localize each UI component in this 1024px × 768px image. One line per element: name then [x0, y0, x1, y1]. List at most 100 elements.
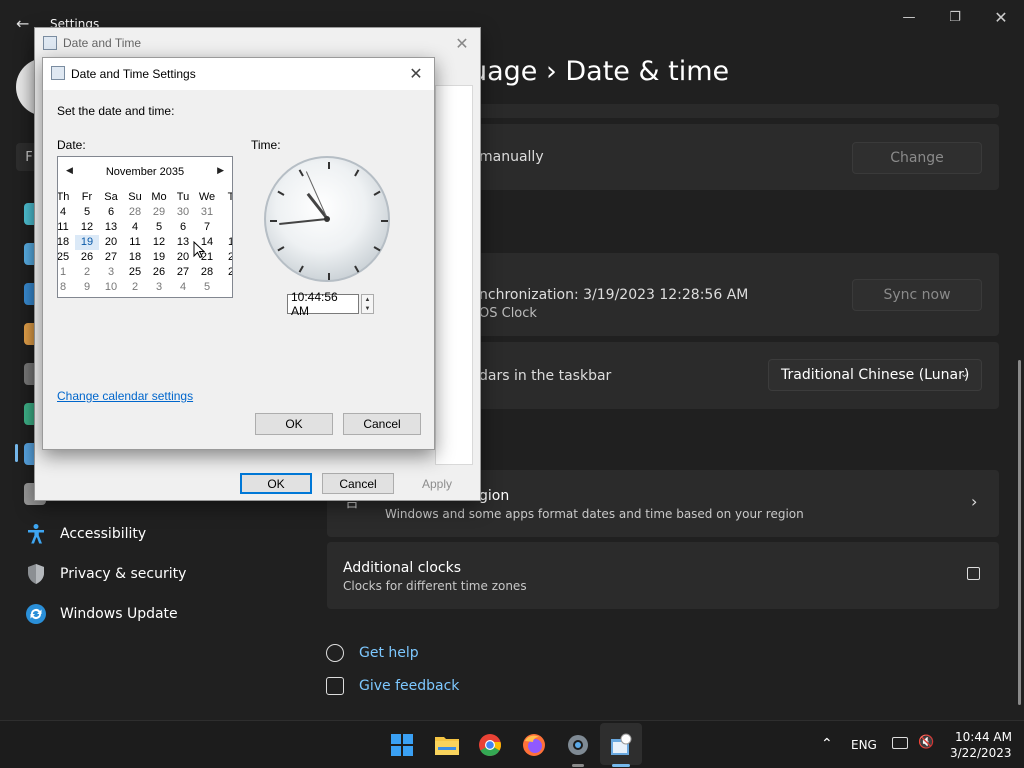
clock-time[interactable]: 10:44 AM: [955, 730, 1012, 744]
nav-item-accessibility[interactable]: Accessibility: [24, 516, 314, 552]
close-icon[interactable]: ✕: [452, 34, 472, 54]
instruction-text: Set the date and time:: [57, 104, 175, 118]
calendar-day[interactable]: 3: [99, 265, 123, 280]
nav-item-label: Windows Update: [60, 606, 178, 622]
change-button[interactable]: Change: [852, 142, 982, 174]
nav-item-windows-update[interactable]: Windows Update: [24, 596, 314, 632]
back-arrow-icon[interactable]: ←: [16, 14, 29, 33]
calendar-day[interactable]: 5: [75, 205, 99, 220]
firefox-icon[interactable]: [522, 733, 546, 757]
calendar-day[interactable]: 18: [58, 235, 75, 250]
cancel-button[interactable]: Cancel: [322, 473, 394, 494]
calendar-weekday: Sa: [104, 191, 118, 203]
calendar-day[interactable]: 27: [171, 265, 195, 280]
maximize-icon[interactable]: ❐: [932, 6, 978, 28]
calendar-day[interactable]: 5: [195, 280, 219, 295]
calendar-day[interactable]: 4: [58, 205, 75, 220]
time-input[interactable]: 10:44:56 AM: [287, 290, 359, 318]
calendar-day[interactable]: 2: [123, 280, 147, 295]
calendar-day[interactable]: 11: [123, 235, 147, 250]
calendar-day[interactable]: 19: [75, 235, 99, 250]
apply-button[interactable]: Apply: [404, 473, 470, 494]
accessibility-icon: [24, 522, 48, 546]
calendar-day[interactable]: 29: [147, 205, 171, 220]
calendar-day[interactable]: 3: [147, 280, 171, 295]
show-hidden-icons-chevron-up-icon[interactable]: ⌃: [821, 736, 833, 752]
calendar-day[interactable]: 7: [195, 220, 219, 235]
calendar-day[interactable]: 6: [171, 220, 195, 235]
calendar-day[interactable]: 27: [99, 250, 123, 265]
date-time-control-panel-icon[interactable]: [609, 733, 633, 757]
minimize-icon[interactable]: —: [886, 6, 932, 28]
calendar-day[interactable]: 12: [147, 235, 171, 250]
calendar-day[interactable]: 2: [219, 265, 232, 280]
calendar-day[interactable]: 28: [123, 205, 147, 220]
calendar-day[interactable]: 2: [219, 250, 232, 265]
next-month-icon[interactable]: ▶: [217, 165, 224, 176]
calendar-day[interactable]: 1: [219, 235, 232, 250]
spin-up-icon[interactable]: ▲: [365, 297, 371, 303]
calendar-day[interactable]: 9: [75, 280, 99, 295]
calendar-day[interactable]: 5: [147, 220, 171, 235]
calendar-day[interactable]: 28: [195, 265, 219, 280]
time-spinner[interactable]: ▲ ▼: [361, 294, 374, 314]
calendar-day[interactable]: [219, 280, 232, 295]
network-icon[interactable]: [892, 737, 908, 749]
calendar-day[interactable]: 12: [75, 220, 99, 235]
shield-icon: [24, 562, 48, 586]
language-indicator[interactable]: ENG: [851, 738, 877, 752]
ok-button[interactable]: OK: [240, 473, 312, 494]
calendar-day[interactable]: [219, 220, 232, 235]
start-icon[interactable]: [390, 733, 414, 757]
calendar-day[interactable]: 8: [58, 280, 75, 295]
calendar-day[interactable]: 25: [123, 265, 147, 280]
ok-button[interactable]: OK: [255, 413, 333, 435]
nav-item-privacy[interactable]: Privacy & security: [24, 556, 314, 592]
get-help-link[interactable]: Get help: [359, 645, 419, 661]
calendar[interactable]: ◀ November 2035 ▶ ThFrSaSuMoTuWeT4562829…: [57, 156, 233, 298]
chevron-down-icon: ⌄: [959, 367, 969, 380]
calendar-dropdown[interactable]: Traditional Chinese (Lunar) ⌄: [768, 359, 982, 391]
spin-down-icon[interactable]: ▼: [365, 306, 371, 312]
file-explorer-icon[interactable]: [434, 733, 459, 757]
calendar-day[interactable]: 26: [75, 250, 99, 265]
calendar-day[interactable]: 4: [123, 220, 147, 235]
calendar-day[interactable]: 18: [123, 250, 147, 265]
calendar-weekday: T: [219, 190, 232, 205]
calendar-day[interactable]: 25: [58, 250, 75, 265]
card-additional-clocks[interactable]: Additional clocks Clocks for different t…: [327, 542, 999, 609]
calendar-day[interactable]: 13: [99, 220, 123, 235]
volume-muted-icon[interactable]: 🔇: [918, 735, 934, 750]
external-link-icon: [967, 567, 980, 580]
calendar-day[interactable]: 4: [171, 280, 195, 295]
calendar-day[interactable]: 2: [75, 265, 99, 280]
calendar-day[interactable]: 20: [171, 250, 195, 265]
calendar-day[interactable]: 30: [171, 205, 195, 220]
sync-now-button[interactable]: Sync now: [852, 279, 982, 311]
region-title: gion: [479, 488, 510, 504]
calendar-day[interactable]: 1: [58, 265, 75, 280]
calendar-day[interactable]: 13: [171, 235, 195, 250]
cancel-button[interactable]: Cancel: [343, 413, 421, 435]
sync-status-text: nchronization: 3/19/2023 12:28:56 AM: [479, 287, 749, 303]
calendar-dropdown-value: Traditional Chinese (Lunar): [781, 367, 970, 383]
calendar-day[interactable]: 11: [58, 220, 75, 235]
calendar-day[interactable]: 10: [99, 280, 123, 295]
change-calendar-settings-link[interactable]: Change calendar settings: [57, 389, 193, 403]
calendar-weekday: Su: [128, 191, 142, 203]
calendar-day[interactable]: 26: [147, 265, 171, 280]
close-icon[interactable]: ✕: [406, 64, 426, 84]
calendar-day[interactable]: 19: [147, 250, 171, 265]
clock-date[interactable]: 3/22/2023: [950, 746, 1012, 760]
calendar-day[interactable]: 20: [99, 235, 123, 250]
feedback-icon: [326, 677, 344, 695]
close-icon[interactable]: ✕: [978, 6, 1024, 28]
calendar-day[interactable]: 31: [195, 205, 219, 220]
calendar-day[interactable]: 6: [99, 205, 123, 220]
calendar-month-title[interactable]: November 2035: [58, 166, 232, 178]
settings-gear-icon[interactable]: [566, 733, 590, 757]
scrollbar[interactable]: [1018, 360, 1021, 705]
give-feedback-link[interactable]: Give feedback: [359, 678, 459, 694]
chrome-icon[interactable]: [478, 733, 502, 757]
calendar-day[interactable]: [219, 205, 232, 220]
